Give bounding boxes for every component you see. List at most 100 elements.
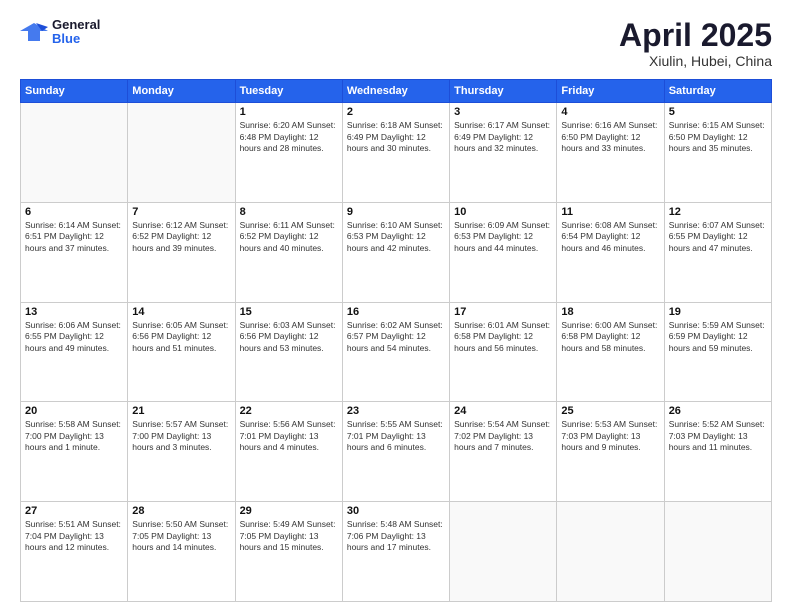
day-info: Sunrise: 5:53 AM Sunset: 7:03 PM Dayligh… — [561, 419, 659, 453]
calendar-cell: 2 Sunrise: 6:18 AM Sunset: 6:49 PM Daylig… — [342, 103, 449, 203]
day-number: 17 — [454, 306, 552, 318]
title-block: April 2025 Xiulin, Hubei, China — [619, 18, 772, 69]
day-number: 14 — [132, 306, 230, 318]
day-info: Sunrise: 6:16 AM Sunset: 6:50 PM Dayligh… — [561, 120, 659, 154]
day-info: Sunrise: 6:20 AM Sunset: 6:48 PM Dayligh… — [240, 120, 338, 154]
calendar-cell: 12 Sunrise: 6:07 AM Sunset: 6:55 PM Dayli… — [664, 202, 771, 302]
header-wednesday: Wednesday — [342, 80, 449, 103]
calendar-cell: 18 Sunrise: 6:00 AM Sunset: 6:58 PM Dayli… — [557, 302, 664, 402]
day-info: Sunrise: 6:10 AM Sunset: 6:53 PM Dayligh… — [347, 220, 445, 254]
day-number: 11 — [561, 206, 659, 218]
day-number: 25 — [561, 405, 659, 417]
day-info: Sunrise: 6:09 AM Sunset: 6:53 PM Dayligh… — [454, 220, 552, 254]
day-info: Sunrise: 5:57 AM Sunset: 7:00 PM Dayligh… — [132, 419, 230, 453]
calendar-cell: 14 Sunrise: 6:05 AM Sunset: 6:56 PM Dayli… — [128, 302, 235, 402]
week-row-1: 1 Sunrise: 6:20 AM Sunset: 6:48 PM Daylig… — [21, 103, 772, 203]
calendar-cell — [664, 502, 771, 602]
calendar-cell: 24Sunrise: 5:54 AM Sunset: 7:02 PM Dayli… — [450, 402, 557, 502]
day-info: Sunrise: 6:02 AM Sunset: 6:57 PM Dayligh… — [347, 320, 445, 354]
day-number: 21 — [132, 405, 230, 417]
week-row-3: 13Sunrise: 6:06 AM Sunset: 6:55 PM Dayli… — [21, 302, 772, 402]
day-number: 4 — [561, 106, 659, 118]
calendar-cell: 9 Sunrise: 6:10 AM Sunset: 6:53 PM Daylig… — [342, 202, 449, 302]
day-info: Sunrise: 5:56 AM Sunset: 7:01 PM Dayligh… — [240, 419, 338, 453]
day-number: 3 — [454, 106, 552, 118]
calendar-cell: 26 Sunrise: 5:52 AM Sunset: 7:03 PM Dayli… — [664, 402, 771, 502]
calendar-cell: 20 Sunrise: 5:58 AM Sunset: 7:00 PM Dayli… — [21, 402, 128, 502]
day-number: 13 — [25, 306, 123, 318]
calendar-cell — [21, 103, 128, 203]
day-info: Sunrise: 5:52 AM Sunset: 7:03 PM Dayligh… — [669, 419, 767, 453]
logo-icon — [20, 21, 48, 43]
day-info: Sunrise: 5:51 AM Sunset: 7:04 PM Dayligh… — [25, 519, 123, 553]
calendar-location: Xiulin, Hubei, China — [619, 53, 772, 69]
header-saturday: Saturday — [664, 80, 771, 103]
day-number: 22 — [240, 405, 338, 417]
day-number: 1 — [240, 106, 338, 118]
day-number: 19 — [669, 306, 767, 318]
calendar-cell: 5 Sunrise: 6:15 AM Sunset: 6:50 PM Daylig… — [664, 103, 771, 203]
page: General Blue April 2025 Xiulin, Hubei, C… — [0, 0, 792, 612]
calendar-cell: 6Sunrise: 6:14 AM Sunset: 6:51 PM Daylig… — [21, 202, 128, 302]
day-number: 15 — [240, 306, 338, 318]
day-info: Sunrise: 6:03 AM Sunset: 6:56 PM Dayligh… — [240, 320, 338, 354]
day-info: Sunrise: 5:55 AM Sunset: 7:01 PM Dayligh… — [347, 419, 445, 453]
day-number: 6 — [25, 206, 123, 218]
day-number: 5 — [669, 106, 767, 118]
day-number: 10 — [454, 206, 552, 218]
day-number: 8 — [240, 206, 338, 218]
day-info: Sunrise: 6:18 AM Sunset: 6:49 PM Dayligh… — [347, 120, 445, 154]
week-row-4: 20 Sunrise: 5:58 AM Sunset: 7:00 PM Dayli… — [21, 402, 772, 502]
calendar-cell: 19 Sunrise: 5:59 AM Sunset: 6:59 PM Dayli… — [664, 302, 771, 402]
header-tuesday: Tuesday — [235, 80, 342, 103]
day-info: Sunrise: 6:11 AM Sunset: 6:52 PM Dayligh… — [240, 220, 338, 254]
day-info: Sunrise: 6:17 AM Sunset: 6:49 PM Dayligh… — [454, 120, 552, 154]
day-number: 7 — [132, 206, 230, 218]
weekday-header-row: Sunday Monday Tuesday Wednesday Thursday… — [21, 80, 772, 103]
day-number: 9 — [347, 206, 445, 218]
day-info: Sunrise: 5:59 AM Sunset: 6:59 PM Dayligh… — [669, 320, 767, 354]
calendar-cell — [128, 103, 235, 203]
day-number: 20 — [25, 405, 123, 417]
calendar-cell: 30Sunrise: 5:48 AM Sunset: 7:06 PM Dayli… — [342, 502, 449, 602]
day-info: Sunrise: 6:05 AM Sunset: 6:56 PM Dayligh… — [132, 320, 230, 354]
day-info: Sunrise: 5:50 AM Sunset: 7:05 PM Dayligh… — [132, 519, 230, 553]
calendar-cell: 23 Sunrise: 5:55 AM Sunset: 7:01 PM Dayli… — [342, 402, 449, 502]
day-number: 23 — [347, 405, 445, 417]
calendar-cell — [450, 502, 557, 602]
day-number: 18 — [561, 306, 659, 318]
day-number: 29 — [240, 505, 338, 517]
day-number: 12 — [669, 206, 767, 218]
header: General Blue April 2025 Xiulin, Hubei, C… — [20, 18, 772, 69]
day-number: 30 — [347, 505, 445, 517]
calendar-cell: 15 Sunrise: 6:03 AM Sunset: 6:56 PM Dayli… — [235, 302, 342, 402]
day-info: Sunrise: 5:49 AM Sunset: 7:05 PM Dayligh… — [240, 519, 338, 553]
calendar-table: Sunday Monday Tuesday Wednesday Thursday… — [20, 79, 772, 602]
day-info: Sunrise: 6:12 AM Sunset: 6:52 PM Dayligh… — [132, 220, 230, 254]
calendar-cell: 10 Sunrise: 6:09 AM Sunset: 6:53 PM Dayli… — [450, 202, 557, 302]
calendar-cell: 21 Sunrise: 5:57 AM Sunset: 7:00 PM Dayli… — [128, 402, 235, 502]
day-info: Sunrise: 5:58 AM Sunset: 7:00 PM Dayligh… — [25, 419, 123, 453]
day-info: Sunrise: 6:01 AM Sunset: 6:58 PM Dayligh… — [454, 320, 552, 354]
day-info: Sunrise: 6:15 AM Sunset: 6:50 PM Dayligh… — [669, 120, 767, 154]
calendar-cell: 17 Sunrise: 6:01 AM Sunset: 6:58 PM Dayli… — [450, 302, 557, 402]
calendar-cell: 4 Sunrise: 6:16 AM Sunset: 6:50 PM Daylig… — [557, 103, 664, 203]
day-info: Sunrise: 5:54 AM Sunset: 7:02 PM Dayligh… — [454, 419, 552, 453]
logo-blue: Blue — [52, 32, 100, 46]
calendar-cell: 8 Sunrise: 6:11 AM Sunset: 6:52 PM Daylig… — [235, 202, 342, 302]
calendar-cell: 16Sunrise: 6:02 AM Sunset: 6:57 PM Dayli… — [342, 302, 449, 402]
calendar-title: April 2025 — [619, 18, 772, 53]
calendar-cell: 27Sunrise: 5:51 AM Sunset: 7:04 PM Dayli… — [21, 502, 128, 602]
calendar-cell: 22 Sunrise: 5:56 AM Sunset: 7:01 PM Dayli… — [235, 402, 342, 502]
day-number: 26 — [669, 405, 767, 417]
day-number: 2 — [347, 106, 445, 118]
day-info: Sunrise: 6:08 AM Sunset: 6:54 PM Dayligh… — [561, 220, 659, 254]
day-info: Sunrise: 6:00 AM Sunset: 6:58 PM Dayligh… — [561, 320, 659, 354]
header-friday: Friday — [557, 80, 664, 103]
logo-general: General — [52, 18, 100, 32]
logo: General Blue — [20, 18, 100, 47]
calendar-cell: 28Sunrise: 5:50 AM Sunset: 7:05 PM Dayli… — [128, 502, 235, 602]
week-row-2: 6Sunrise: 6:14 AM Sunset: 6:51 PM Daylig… — [21, 202, 772, 302]
calendar-cell: 11 Sunrise: 6:08 AM Sunset: 6:54 PM Dayli… — [557, 202, 664, 302]
day-info: Sunrise: 6:07 AM Sunset: 6:55 PM Dayligh… — [669, 220, 767, 254]
